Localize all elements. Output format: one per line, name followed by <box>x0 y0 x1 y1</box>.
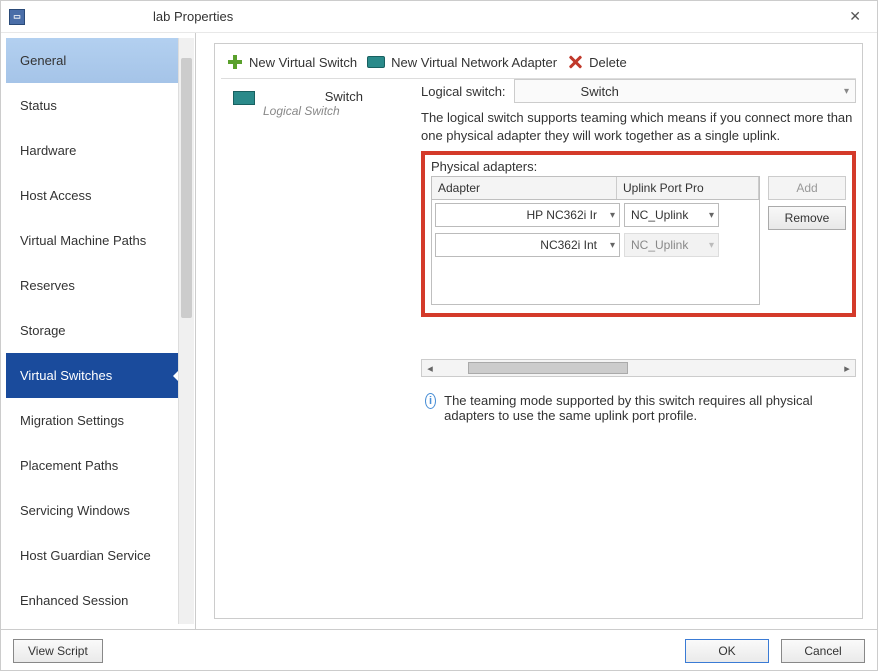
nic-icon <box>367 56 385 68</box>
toolbar: New Virtual Switch New Virtual Network A… <box>221 50 856 79</box>
nic-icon <box>233 91 255 105</box>
sidebar-item-general[interactable]: General <box>6 38 178 83</box>
logical-switch-combo[interactable]: Switch ▾ <box>514 79 856 103</box>
sidebar-item-label: Placement Paths <box>20 458 118 473</box>
adapter-value: HP NC362i Ir <box>527 208 597 222</box>
new-virtual-switch-button[interactable]: New Virtual Switch <box>227 54 357 70</box>
sidebar-item-placement-paths[interactable]: Placement Paths <box>6 443 178 488</box>
switch-list: Switch Logical Switch <box>221 79 421 612</box>
remove-adapter-button[interactable]: Remove <box>768 206 846 230</box>
sidebar-item-label: General <box>20 53 66 68</box>
sidebar-item-label: Virtual Machine Paths <box>20 233 146 248</box>
sidebar-item-label: Reserves <box>20 278 75 293</box>
sidebar-item-label: Migration Settings <box>20 413 124 428</box>
footer: View Script OK Cancel <box>1 629 877 671</box>
chevron-down-icon: ▾ <box>844 86 849 97</box>
sidebar-item-storage[interactable]: Storage <box>6 308 178 353</box>
uplink-combo[interactable]: NC_Uplink ▾ <box>624 203 719 227</box>
sidebar-item-migration-settings[interactable]: Migration Settings <box>6 398 178 443</box>
scroll-thumb[interactable] <box>468 362 628 374</box>
physical-adapters-label: Physical adapters: <box>431 159 846 174</box>
add-adapter-button: Add <box>768 176 846 200</box>
button-label: View Script <box>28 644 88 658</box>
switch-list-item[interactable]: Switch Logical Switch <box>229 85 413 122</box>
toolbar-label: New Virtual Switch <box>249 55 357 70</box>
info-message: i The teaming mode supported by this swi… <box>421 393 856 423</box>
plus-icon <box>227 54 243 70</box>
new-virtual-network-adapter-button[interactable]: New Virtual Network Adapter <box>367 55 557 70</box>
sidebar-item-reserves[interactable]: Reserves <box>6 263 178 308</box>
sidebar-item-label: Enhanced Session <box>20 593 128 608</box>
scroll-right-arrow[interactable]: ▸ <box>839 362 855 375</box>
window-icon: ▭ <box>9 9 25 25</box>
sidebar-item-hardware[interactable]: Hardware <box>6 128 178 173</box>
toolbar-label: New Virtual Network Adapter <box>391 55 557 70</box>
sidebar-item-label: Hardware <box>20 143 76 158</box>
sidebar-item-host-access[interactable]: Host Access <box>6 173 178 218</box>
delete-icon <box>567 54 583 70</box>
cancel-button[interactable]: Cancel <box>781 639 865 663</box>
titlebar: ▭ lab Properties ✕ <box>1 1 877 33</box>
ok-button[interactable]: OK <box>685 639 769 663</box>
uplink-value: NC_Uplink <box>631 208 688 222</box>
info-text: The teaming mode supported by this switc… <box>444 393 852 423</box>
sidebar-item-vm-paths[interactable]: Virtual Machine Paths <box>6 218 178 263</box>
adapter-combo[interactable]: NC362i Int ▾ <box>435 233 620 257</box>
column-adapter[interactable]: Adapter <box>432 177 617 199</box>
delete-button[interactable]: Delete <box>567 54 627 70</box>
horizontal-scrollbar[interactable]: ◂ ▸ <box>421 359 856 377</box>
adapter-value: NC362i Int <box>540 238 597 252</box>
info-icon: i <box>425 393 436 409</box>
column-uplink[interactable]: Uplink Port Pro <box>617 177 759 199</box>
uplink-combo-disabled: NC_Uplink ▾ <box>624 233 719 257</box>
sidebar-item-virtual-switches[interactable]: Virtual Switches <box>6 353 178 398</box>
chevron-down-icon: ▾ <box>610 210 615 221</box>
chevron-down-icon: ▾ <box>610 240 615 251</box>
chevron-down-icon: ▾ <box>709 240 714 251</box>
view-script-button[interactable]: View Script <box>13 639 103 663</box>
button-label: Add <box>796 181 817 195</box>
sidebar-scrollbar[interactable] <box>178 38 194 624</box>
sidebar-item-label: Host Guardian Service <box>20 548 151 563</box>
sidebar-item-label: Servicing Windows <box>20 503 130 518</box>
sidebar: General Status Hardware Host Access Virt… <box>1 33 196 629</box>
adapters-grid-header: Adapter Uplink Port Pro <box>431 176 760 200</box>
uplink-value: NC_Uplink <box>631 238 688 252</box>
adapters-grid-body: HP NC362i Ir ▾ NC_Uplink ▾ <box>431 200 760 305</box>
close-button[interactable]: ✕ <box>841 4 869 29</box>
toolbar-label: Delete <box>589 55 627 70</box>
switch-item-subtext: Logical Switch <box>263 104 363 118</box>
physical-adapters-highlight: Physical adapters: Adapter Uplink Port P… <box>421 151 856 317</box>
sidebar-item-label: Virtual Switches <box>20 368 112 383</box>
adapter-combo[interactable]: HP NC362i Ir ▾ <box>435 203 620 227</box>
content-pane: New Virtual Switch New Virtual Network A… <box>196 33 877 629</box>
sidebar-item-label: Host Access <box>20 188 92 203</box>
sidebar-item-enhanced-session[interactable]: Enhanced Session <box>6 578 178 623</box>
sidebar-item-label: Storage <box>20 323 66 338</box>
logical-switch-value: Switch <box>581 84 619 99</box>
logical-switch-label: Logical switch: <box>421 84 506 99</box>
sidebar-item-host-guardian[interactable]: Host Guardian Service <box>6 533 178 578</box>
button-label: Remove <box>785 211 830 225</box>
sidebar-item-servicing-windows[interactable]: Servicing Windows <box>6 488 178 533</box>
switch-item-name: Switch <box>263 89 363 104</box>
sidebar-item-label: Status <box>20 98 57 113</box>
adapter-row: HP NC362i Ir ▾ NC_Uplink ▾ <box>432 200 759 230</box>
button-label: Cancel <box>804 644 841 658</box>
sidebar-item-status[interactable]: Status <box>6 83 178 128</box>
chevron-down-icon: ▾ <box>709 210 714 221</box>
adapter-row: NC362i Int ▾ NC_Uplink ▾ <box>432 230 759 260</box>
window-title: lab Properties <box>153 9 233 24</box>
scroll-left-arrow[interactable]: ◂ <box>422 362 438 375</box>
button-label: OK <box>718 644 735 658</box>
logical-switch-description: The logical switch supports teaming whic… <box>421 109 856 145</box>
